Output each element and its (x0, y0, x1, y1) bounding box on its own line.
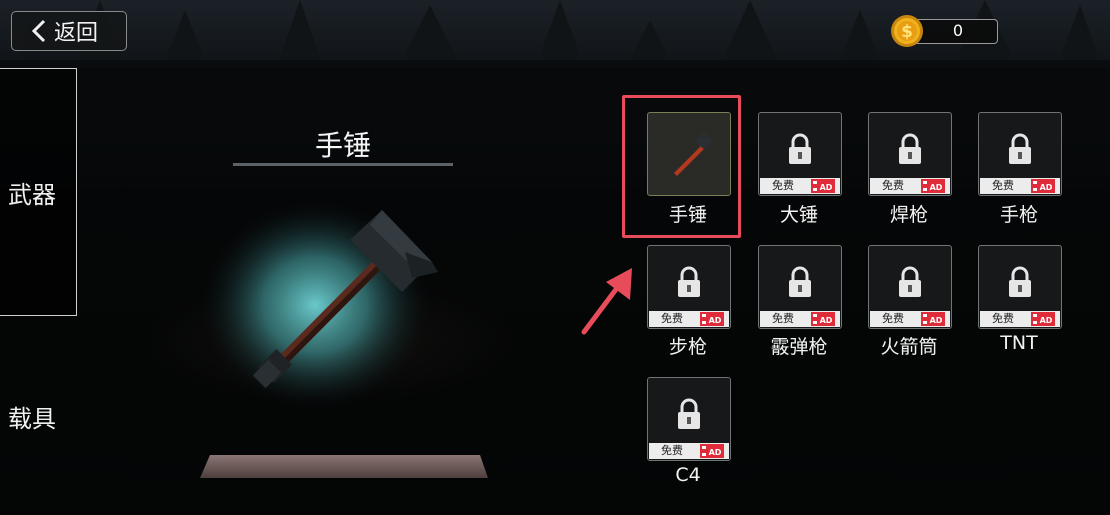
svg-text:AD: AD (820, 183, 833, 192)
lock-icon (1009, 266, 1031, 297)
tab-vehicles-label: 载具 (8, 405, 56, 433)
free-ad-badge: 免费 AD (649, 311, 729, 327)
svg-text:AD: AD (1040, 316, 1053, 325)
item-slot-sledgehammer[interactable]: 免费 AD (758, 112, 842, 196)
free-ad-badge: 免费 AD (649, 443, 729, 459)
item-label: 焊枪 (889, 204, 928, 226)
svg-text:AD: AD (820, 316, 833, 325)
item-slot-shotgun[interactable]: 免费 AD (758, 245, 842, 329)
free-label: 免费 (992, 179, 1014, 192)
free-label: 免费 (772, 312, 794, 325)
free-ad-badge: 免费 AD (870, 178, 950, 194)
svg-text:AD: AD (1040, 183, 1053, 192)
free-ad-badge: 免费 AD (980, 311, 1060, 327)
free-label: 免费 (772, 179, 794, 192)
coin-value: 0 (952, 21, 964, 40)
video-ad-icon: AD (921, 312, 945, 326)
free-label: 免费 (992, 312, 1014, 325)
free-ad-badge: 免费 AD (980, 178, 1060, 194)
item-slot-rifle[interactable]: 免费 AD (647, 245, 731, 329)
chevron-left-icon (26, 11, 52, 51)
item-slot-tnt[interactable]: 免费 AD (978, 245, 1062, 329)
svg-text:AD: AD (930, 316, 943, 325)
item-label: 步枪 (668, 336, 707, 358)
svg-text:AD: AD (709, 316, 722, 325)
item-label: 大锤 (779, 204, 818, 226)
item-preview (200, 200, 488, 478)
video-ad-icon: AD (700, 444, 724, 458)
item-label: 手枪 (999, 204, 1038, 226)
svg-text:AD: AD (930, 183, 943, 192)
svg-text:AD: AD (709, 448, 722, 457)
lock-icon (899, 133, 921, 164)
free-ad-badge: 免费 AD (870, 311, 950, 327)
coin-counter: 0 $ (890, 15, 998, 47)
lock-icon (678, 398, 700, 429)
item-slot-welding-torch[interactable]: 免费 AD (868, 112, 952, 196)
lock-icon (899, 266, 921, 297)
lock-icon (1009, 133, 1031, 164)
item-slot-c4[interactable]: 免费 AD (647, 377, 731, 461)
lock-icon (678, 266, 700, 297)
back-button[interactable]: 返回 (11, 11, 127, 51)
item-label: C4 (675, 464, 701, 486)
item-slot-rocket-launcher[interactable]: 免费 AD (868, 245, 952, 329)
lock-icon (789, 266, 811, 297)
preview-title: 手锤 (314, 129, 371, 162)
svg-text:$: $ (901, 22, 913, 42)
tab-vehicles[interactable]: 载具 (0, 318, 77, 515)
video-ad-icon: AD (1031, 312, 1055, 326)
free-label: 免费 (882, 179, 904, 192)
video-ad-icon: AD (811, 312, 835, 326)
item-label: 霰弹枪 (770, 336, 828, 358)
free-label: 免费 (882, 312, 904, 325)
back-label: 返回 (54, 21, 99, 46)
lock-icon (789, 133, 811, 164)
free-label: 免费 (661, 312, 683, 325)
title-divider (233, 163, 453, 166)
item-label: 火箭筒 (880, 336, 938, 358)
tab-weapons-label: 武器 (8, 180, 56, 209)
item-label: TNT (1000, 332, 1038, 354)
display-pedestal (200, 455, 488, 478)
item-slot-pistol[interactable]: 免费 AD (978, 112, 1062, 196)
free-ad-badge: 免费 AD (760, 311, 840, 327)
pointer-arrow-icon (581, 268, 632, 335)
video-ad-icon: AD (700, 312, 724, 326)
game-scene: 返回 0 $ 武器 载具 手锤 手锤 免费 AD 大锤 免费 AD 焊枪 免费 … (0, 0, 1110, 515)
video-ad-icon: AD (811, 179, 835, 193)
free-ad-badge: 免费 AD (760, 178, 840, 194)
coin-icon: $ (891, 15, 923, 47)
video-ad-icon: AD (1031, 179, 1055, 193)
selection-highlight (622, 95, 741, 238)
video-ad-icon: AD (921, 179, 945, 193)
free-label: 免费 (661, 444, 683, 457)
tab-weapons[interactable]: 武器 (0, 68, 77, 316)
